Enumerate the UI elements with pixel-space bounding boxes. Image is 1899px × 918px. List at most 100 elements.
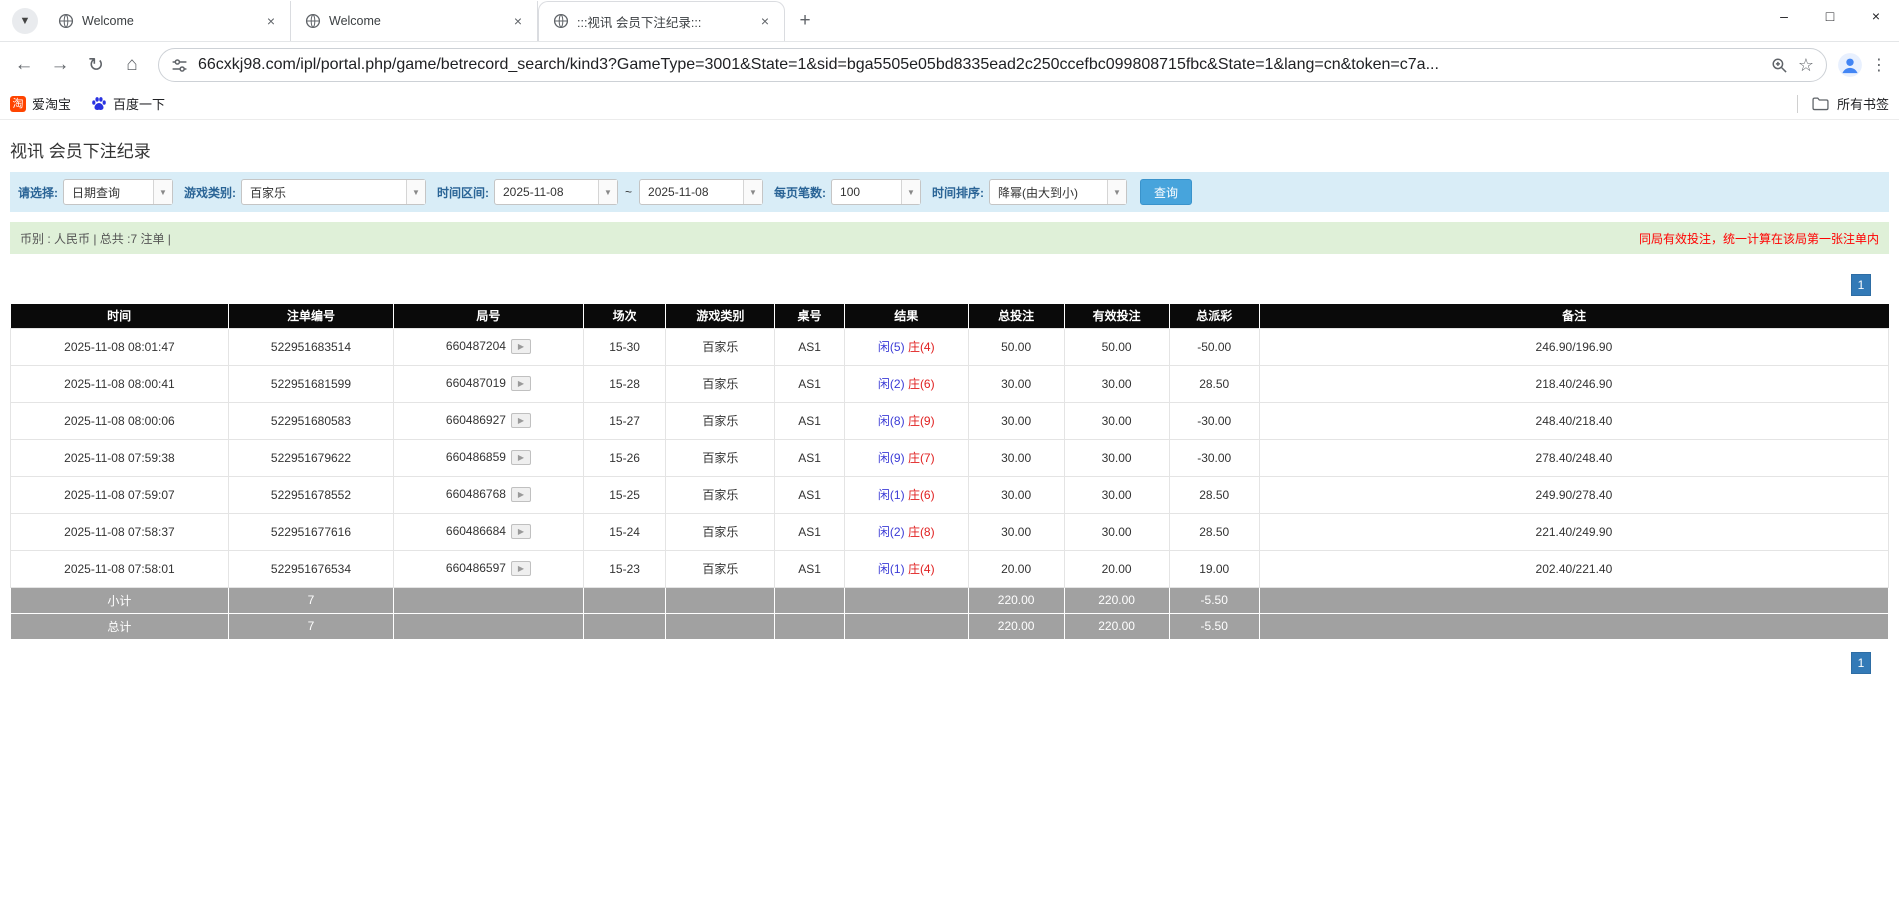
cell-bet-id: 522951679622 (228, 439, 393, 476)
game-type-select[interactable]: 百家乐 ▼ (241, 179, 426, 205)
tab-close-icon[interactable]: × (262, 12, 280, 30)
page-title: 视讯 会员下注纪录 (10, 120, 1889, 172)
cell-valid-bet: 20.00 (1064, 550, 1169, 587)
bookmark-star-icon[interactable]: ☆ (1798, 55, 1814, 76)
replay-icon[interactable]: ▶ (511, 413, 531, 428)
baidu-paw-icon (91, 96, 107, 112)
cell-table-no: AS1 (775, 439, 844, 476)
replay-icon[interactable]: ▶ (511, 561, 531, 576)
currency-total-text: 币别 : 人民币 | 总共 :7 注单 | (20, 230, 171, 247)
cell-game-type: 百家乐 (666, 476, 775, 513)
table-row: 2025-11-08 08:00:41 522951681599 6604870… (11, 365, 1889, 402)
cell-result: 闲(2) 庄(8) (844, 513, 968, 550)
url-text[interactable]: 66cxkj98.com/ipl/portal.php/game/betreco… (198, 56, 1761, 74)
date-from-select[interactable]: 2025-11-08 ▼ (494, 179, 618, 205)
cell-note: 246.90/196.90 (1259, 328, 1888, 365)
total-row: 总计 7 220.00 220.00 -5.50 (11, 613, 1889, 639)
cell-session: 15-25 (583, 476, 666, 513)
cell-table-no: AS1 (775, 365, 844, 402)
cell-payout: -30.00 (1169, 439, 1259, 476)
page-size-value: 100 (832, 180, 901, 204)
cell-note: 202.40/221.40 (1259, 550, 1888, 587)
cell-valid-bet: 30.00 (1064, 365, 1169, 402)
new-tab-button[interactable]: + (791, 7, 819, 35)
replay-icon[interactable]: ▶ (511, 487, 531, 502)
cell-time: 2025-11-08 08:00:06 (11, 402, 229, 439)
cell-session: 15-28 (583, 365, 666, 402)
tab-close-icon[interactable]: × (509, 12, 527, 30)
chevron-down-icon: ▼ (20, 15, 31, 27)
globe-icon (305, 13, 321, 29)
reload-button[interactable]: ↻ (80, 49, 112, 81)
cell-valid-bet: 30.00 (1064, 513, 1169, 550)
cell-note: 248.40/218.40 (1259, 402, 1888, 439)
cell-session: 15-27 (583, 402, 666, 439)
total-label: 总计 (11, 613, 229, 639)
cell-bet-id: 522951681599 (228, 365, 393, 402)
bookmark-taobao[interactable]: 淘 爱淘宝 (10, 94, 71, 113)
date-to-select[interactable]: 2025-11-08 ▼ (639, 179, 763, 205)
table-row: 2025-11-08 07:58:37 522951677616 6604866… (11, 513, 1889, 550)
tab-bet-record[interactable]: :::视讯 会员下注纪录::: × (538, 1, 785, 41)
bookmark-baidu[interactable]: 百度一下 (91, 94, 165, 113)
col-bet-id: 注单编号 (228, 304, 393, 328)
banker-result: 庄(6) (908, 488, 935, 502)
replay-icon[interactable]: ▶ (511, 339, 531, 354)
browser-menu-button[interactable]: ⋮ (1867, 55, 1891, 75)
cell-total-bet: 30.00 (968, 439, 1064, 476)
table-row: 2025-11-08 08:01:47 522951683514 6604872… (11, 328, 1889, 365)
sort-select[interactable]: 降幂(由大到小) ▼ (989, 179, 1127, 205)
cell-time: 2025-11-08 07:59:07 (11, 476, 229, 513)
player-result: 闲(8) (878, 414, 905, 428)
tab-welcome-1[interactable]: Welcome × (44, 1, 291, 41)
back-button[interactable]: ← (8, 49, 40, 81)
search-button[interactable]: 查询 (1140, 179, 1192, 205)
replay-icon[interactable]: ▶ (511, 450, 531, 465)
tab-close-icon[interactable]: × (756, 12, 774, 30)
round-number: 660486768 (446, 487, 506, 501)
replay-icon[interactable]: ▶ (511, 376, 531, 391)
site-settings-icon[interactable] (171, 57, 188, 74)
omnibox[interactable]: 66cxkj98.com/ipl/portal.php/game/betreco… (158, 48, 1827, 82)
player-result: 闲(2) (878, 377, 905, 391)
zoom-icon[interactable] (1771, 57, 1788, 74)
cell-total-bet: 30.00 (968, 402, 1064, 439)
cell-table-no: AS1 (775, 550, 844, 587)
cell-round: 660486927▶ (394, 402, 584, 439)
forward-button[interactable]: → (44, 49, 76, 81)
pagination-top: 1 (10, 274, 1889, 296)
cell-time: 2025-11-08 07:58:01 (11, 550, 229, 587)
filter-bar: 请选择: 日期查询 ▼ 游戏类别: 百家乐 ▼ 时间区间: 2025-11-08… (10, 172, 1889, 212)
page-1-button[interactable]: 1 (1851, 274, 1871, 296)
chevron-down-icon: ▼ (901, 180, 920, 204)
bookmark-label: 百度一下 (113, 94, 165, 113)
player-result: 闲(1) (878, 488, 905, 502)
query-mode-select[interactable]: 日期查询 ▼ (63, 179, 173, 205)
maximize-button[interactable]: □ (1807, 0, 1853, 32)
cell-time: 2025-11-08 07:59:38 (11, 439, 229, 476)
chevron-down-icon: ▼ (598, 180, 617, 204)
cell-game-type: 百家乐 (666, 513, 775, 550)
cell-total-bet: 30.00 (968, 476, 1064, 513)
tab-search-button[interactable]: ▼ (12, 8, 38, 34)
cell-game-type: 百家乐 (666, 365, 775, 402)
cell-result: 闲(8) 庄(9) (844, 402, 968, 439)
empty-cell (394, 587, 584, 613)
cell-table-no: AS1 (775, 513, 844, 550)
cell-note: 218.40/246.90 (1259, 365, 1888, 402)
cell-result: 闲(2) 庄(6) (844, 365, 968, 402)
page-1-button[interactable]: 1 (1851, 652, 1871, 674)
banker-result: 庄(4) (908, 340, 935, 354)
page-size-select[interactable]: 100 ▼ (831, 179, 921, 205)
profile-avatar[interactable] (1837, 52, 1863, 78)
chevron-down-icon: ▼ (153, 180, 172, 204)
all-bookmarks[interactable]: 所有书签 (1797, 94, 1889, 113)
tab-welcome-2[interactable]: Welcome × (291, 1, 538, 41)
date-to-value: 2025-11-08 (640, 180, 743, 204)
replay-icon[interactable]: ▶ (511, 524, 531, 539)
window-close-button[interactable]: × (1853, 0, 1899, 32)
home-button[interactable]: ⌂ (116, 49, 148, 81)
total-total-bet: 220.00 (968, 613, 1064, 639)
minimize-button[interactable]: – (1761, 0, 1807, 32)
cell-total-bet: 20.00 (968, 550, 1064, 587)
